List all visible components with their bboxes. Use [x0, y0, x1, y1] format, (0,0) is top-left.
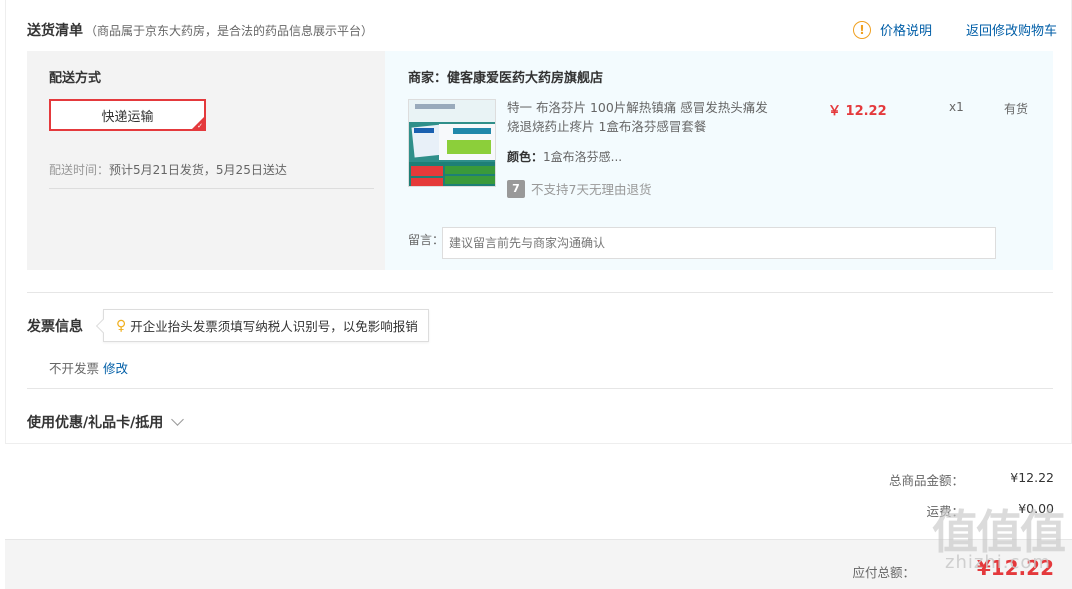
divider — [27, 292, 1053, 293]
product-image[interactable] — [408, 99, 496, 187]
delivery-time: 配送时间：预计5月21日发货，5月25日送达 — [49, 161, 374, 189]
price-note-link[interactable]: 价格说明 — [880, 20, 932, 39]
product-quantity: x1 — [949, 100, 964, 114]
shipping-fee-value: ¥0.00 — [1018, 501, 1054, 516]
invoice-tip: ♀ 开企业抬头发票须填写纳税人识别号，以免影响报销 — [103, 309, 429, 342]
express-shipping-option[interactable]: 快递运输 ✓ — [49, 99, 206, 131]
message-label: 留言： — [408, 233, 445, 247]
invoice-value: 不开发票 修改 — [49, 358, 128, 377]
invoice-title: 发票信息 — [27, 319, 83, 335]
divider — [27, 388, 1053, 389]
coupon-label: 使用优惠/礼品卡/抵用 — [27, 415, 164, 431]
payable-bar: 应付总额： ¥12.22 — [5, 539, 1072, 589]
payable-label: 应付总额： — [852, 565, 915, 580]
shipping-fee-row: 运费： ¥0.00 — [854, 501, 1054, 520]
section-title: 送货清单 — [27, 23, 83, 39]
delivery-list-header: 送货清单 （商品属于京东大药房，是合法的药品信息展示平台） ! 价格说明 返回修改… — [27, 20, 1057, 40]
shop-name: 商家：健客康爱医药大药房旗舰店 — [408, 71, 604, 86]
express-shipping-label: 快递运输 — [101, 109, 154, 125]
payable-value: ¥12.22 — [976, 556, 1054, 580]
product-spec: 颜色：1盒布洛芬感... — [507, 148, 622, 165]
coupon-toggle[interactable]: 使用优惠/礼品卡/抵用 — [27, 412, 185, 432]
goods-total-value: ¥12.22 — [1010, 470, 1054, 485]
stock-status: 有货 — [1004, 102, 1029, 116]
product-title[interactable]: 特一 布洛芬片 100片解热镇痛 感冒发热头痛发烧退烧药止疼片 1盒布洛芬感冒套… — [507, 98, 777, 136]
shop-panel: 商家：健客康爱医药大药房旗舰店 特一 布洛芬片 100片解热镇痛 感冒发热头痛发… — [385, 51, 1053, 270]
back-to-cart-link[interactable]: 返回修改购物车 — [966, 20, 1057, 39]
return-policy: 7 不支持7天无理由退货 — [507, 179, 651, 198]
shipping-fee-label: 运费： — [926, 504, 964, 519]
invoice-edit-link[interactable]: 修改 — [103, 361, 128, 376]
product-price: ￥ 12.22 — [828, 104, 887, 119]
spec-value: 1盒布洛芬感... — [543, 150, 623, 164]
invoice-tip-text: 开企业抬头发票须填写纳税人识别号，以免影响报销 — [130, 319, 418, 334]
lightbulb-icon: ♀ — [116, 317, 127, 334]
section-subtitle: （商品属于京东大药房，是合法的药品信息展示平台） — [85, 24, 374, 38]
header-actions: ! 价格说明 返回修改购物车 — [852, 20, 1057, 39]
goods-total-label: 总商品金额： — [888, 473, 964, 488]
shipping-title: 配送方式 — [49, 71, 102, 86]
chevron-down-icon — [171, 413, 185, 426]
goods-total-row: 总商品金额： ¥12.22 — [854, 470, 1054, 489]
no-return-icon: 7 — [507, 179, 525, 198]
return-policy-text: 不支持7天无理由退货 — [531, 182, 652, 197]
spec-label: 颜色： — [507, 150, 544, 164]
invoice-type: 不开发票 — [49, 361, 100, 376]
shipping-panel: 配送方式 快递运输 ✓ 配送时间：预计5月21日发货，5月25日送达 — [27, 51, 385, 270]
message-input[interactable] — [442, 227, 996, 259]
delivery-time-value: 预计5月21日发货，5月25日送达 — [109, 163, 287, 177]
product-thumbnail-icon — [409, 100, 495, 186]
delivery-time-label: 配送时间： — [49, 163, 110, 177]
info-icon: ! — [852, 20, 871, 39]
check-icon: ✓ — [197, 122, 203, 130]
